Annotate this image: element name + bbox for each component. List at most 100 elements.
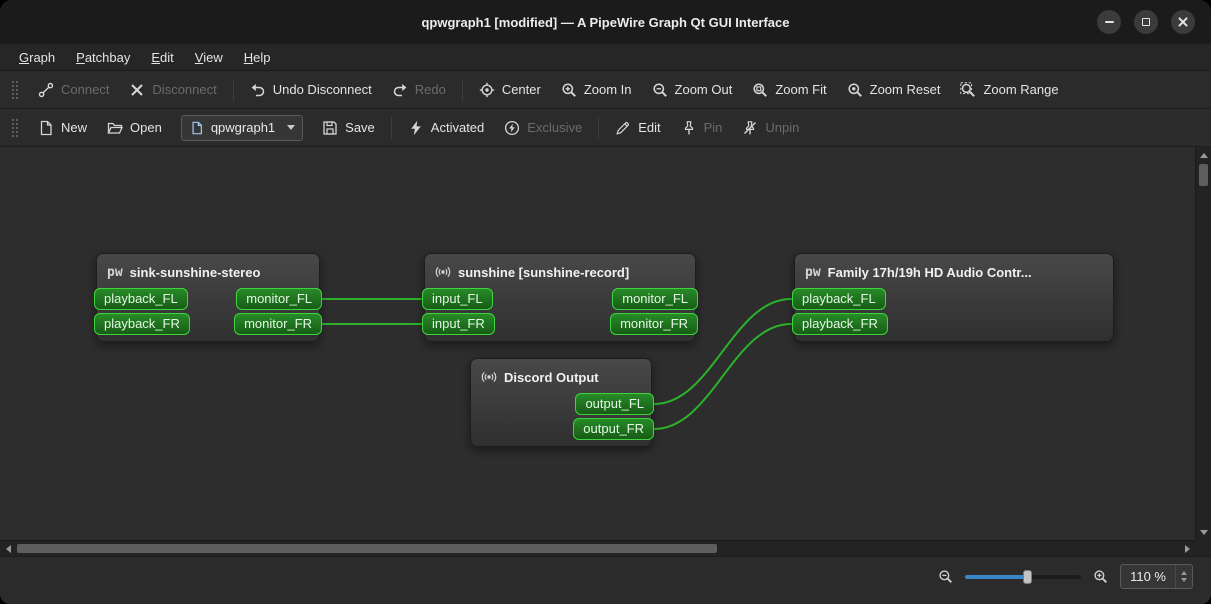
patchbay-file-icon: [190, 121, 204, 135]
port-playback-fr[interactable]: playback_FR: [94, 313, 190, 335]
minimize-button[interactable]: [1097, 10, 1121, 34]
vertical-scrollbar[interactable]: [1195, 147, 1211, 540]
horizontal-scroll-thumb[interactable]: [17, 544, 717, 553]
pipewire-icon: pw: [805, 264, 821, 280]
toolbar-handle[interactable]: [11, 116, 18, 139]
pin-icon: [681, 120, 697, 136]
maximize-icon: [1142, 18, 1150, 26]
node-sunshine-record[interactable]: sunshine [sunshine-record] input_FL inpu…: [422, 253, 698, 342]
port-playback-fl[interactable]: playback_FL: [792, 288, 886, 310]
port-list: playback_FL playback_FR: [792, 288, 1113, 335]
window-title: qpwgraph1 [modified] — A PipeWire Graph …: [421, 14, 790, 30]
save-button[interactable]: Save: [313, 114, 384, 142]
spin-down-button[interactable]: [1181, 578, 1187, 582]
edit-label: Edit: [638, 120, 661, 135]
zoom-out-mini-icon[interactable]: [938, 569, 953, 584]
maximize-button[interactable]: [1134, 10, 1158, 34]
center-label: Center: [501, 82, 541, 97]
unpin-button: Unpin: [733, 114, 808, 142]
arrow-up-icon: [1200, 152, 1208, 158]
save-label: Save: [345, 120, 375, 135]
toolbar-separator: [390, 116, 392, 139]
port-output-fr[interactable]: output_FR: [573, 418, 654, 440]
edit-button[interactable]: Edit: [606, 114, 669, 142]
port-playback-fr[interactable]: playback_FR: [792, 313, 888, 335]
menu-view[interactable]: View: [186, 47, 232, 68]
activated-bolt-icon: [408, 120, 424, 136]
new-button[interactable]: New: [29, 114, 96, 142]
node-discord-output[interactable]: Discord Output output_FL output_FR: [470, 358, 654, 447]
port-monitor-fl[interactable]: monitor_FL: [236, 288, 322, 310]
port-playback-fl[interactable]: playback_FL: [94, 288, 188, 310]
horizontal-scrollbar[interactable]: [0, 540, 1195, 556]
zoom-reset-label: Zoom Reset: [869, 82, 941, 97]
arrow-down-icon: [1200, 529, 1208, 535]
pin-button: Pin: [672, 114, 732, 142]
zoom-in-mini-icon[interactable]: [1093, 569, 1108, 584]
node-title: Family 17h/19h HD Audio Contr...: [827, 264, 1032, 280]
menu-edit[interactable]: Edit: [142, 47, 182, 68]
menu-graph[interactable]: Graph: [10, 47, 64, 68]
open-button[interactable]: Open: [98, 114, 171, 142]
redo-label: Redo: [414, 82, 446, 97]
redo-button: Redo: [383, 76, 455, 104]
app-window: qpwgraph1 [modified] — A PipeWire Graph …: [0, 0, 1211, 604]
arrow-right-icon: [1184, 545, 1190, 553]
undo-disconnect-label: Undo Disconnect: [272, 82, 372, 97]
toolbar-handle[interactable]: [11, 78, 18, 101]
unpin-icon: [742, 120, 758, 136]
zoom-spinbox[interactable]: 110 %: [1120, 564, 1193, 589]
open-folder-icon: [107, 120, 124, 136]
zoom-value: 110 %: [1130, 569, 1166, 584]
exclusive-label: Exclusive: [527, 120, 583, 135]
connect-button: Connect: [29, 76, 118, 104]
menu-help[interactable]: Help: [235, 47, 280, 68]
port-monitor-fr[interactable]: monitor_FR: [234, 313, 322, 335]
disconnect-icon: [129, 82, 145, 98]
node-header: Discord Output: [471, 364, 651, 390]
exclusive-button: Exclusive: [495, 114, 591, 142]
scroll-right-button[interactable]: [1179, 541, 1195, 556]
activated-label: Activated: [430, 120, 485, 135]
menu-patchbay[interactable]: Patchbay: [67, 47, 139, 68]
close-button[interactable]: [1171, 10, 1195, 34]
zoom-reset-button[interactable]: Zoom Reset: [838, 76, 950, 104]
node-family-hd-audio[interactable]: pw Family 17h/19h HD Audio Contr... play…: [792, 253, 1114, 342]
scroll-down-button[interactable]: [1196, 524, 1211, 540]
titlebar[interactable]: qpwgraph1 [modified] — A PipeWire Graph …: [0, 0, 1211, 44]
zoom-fit-button[interactable]: Zoom Fit: [743, 76, 835, 104]
scroll-left-button[interactable]: [0, 541, 16, 556]
edit-pencil-icon: [615, 120, 631, 136]
port-monitor-fl[interactable]: monitor_FL: [612, 288, 698, 310]
port-monitor-fr[interactable]: monitor_FR: [610, 313, 698, 335]
zoom-in-button[interactable]: Zoom In: [552, 76, 641, 104]
toolbar-patchbay: New Open qpwgraph1 Save Activated Exclus…: [0, 109, 1211, 147]
zoom-slider[interactable]: [965, 569, 1082, 585]
port-output-fl[interactable]: output_FL: [575, 393, 654, 415]
statusbar: 110 %: [0, 556, 1211, 604]
spin-up-button[interactable]: [1181, 571, 1187, 575]
disconnect-label: Disconnect: [152, 82, 217, 97]
save-icon: [322, 120, 338, 136]
speaker-icon: [481, 369, 497, 385]
graph-canvas[interactable]: pw sink-sunshine-stereo playback_FL play…: [0, 147, 1211, 556]
zoom-out-button[interactable]: Zoom Out: [643, 76, 742, 104]
new-file-icon: [38, 120, 54, 136]
vertical-scroll-thumb[interactable]: [1199, 164, 1208, 186]
node-header: sunshine [sunshine-record]: [425, 259, 695, 285]
node-sink-sunshine-stereo[interactable]: pw sink-sunshine-stereo playback_FL play…: [94, 253, 322, 342]
port-list: output_FL output_FR: [471, 393, 654, 440]
patchbay-selector[interactable]: qpwgraph1: [180, 114, 304, 141]
center-button[interactable]: Center: [470, 76, 550, 104]
activated-button[interactable]: Activated: [399, 114, 493, 142]
toolbar-separator: [232, 78, 234, 101]
undo-disconnect-button[interactable]: Undo Disconnect: [241, 76, 381, 104]
toolbar-main: Connect Disconnect Undo Disconnect Redo …: [0, 71, 1211, 109]
port-input-fr[interactable]: input_FR: [422, 313, 495, 335]
port-input-fl[interactable]: input_FL: [422, 288, 493, 310]
zoom-slider-thumb[interactable]: [1022, 569, 1032, 584]
zoom-range-button[interactable]: Zoom Range: [951, 76, 1067, 104]
center-icon: [479, 82, 495, 98]
scroll-up-button[interactable]: [1196, 147, 1211, 163]
zoom-in-label: Zoom In: [583, 82, 632, 97]
